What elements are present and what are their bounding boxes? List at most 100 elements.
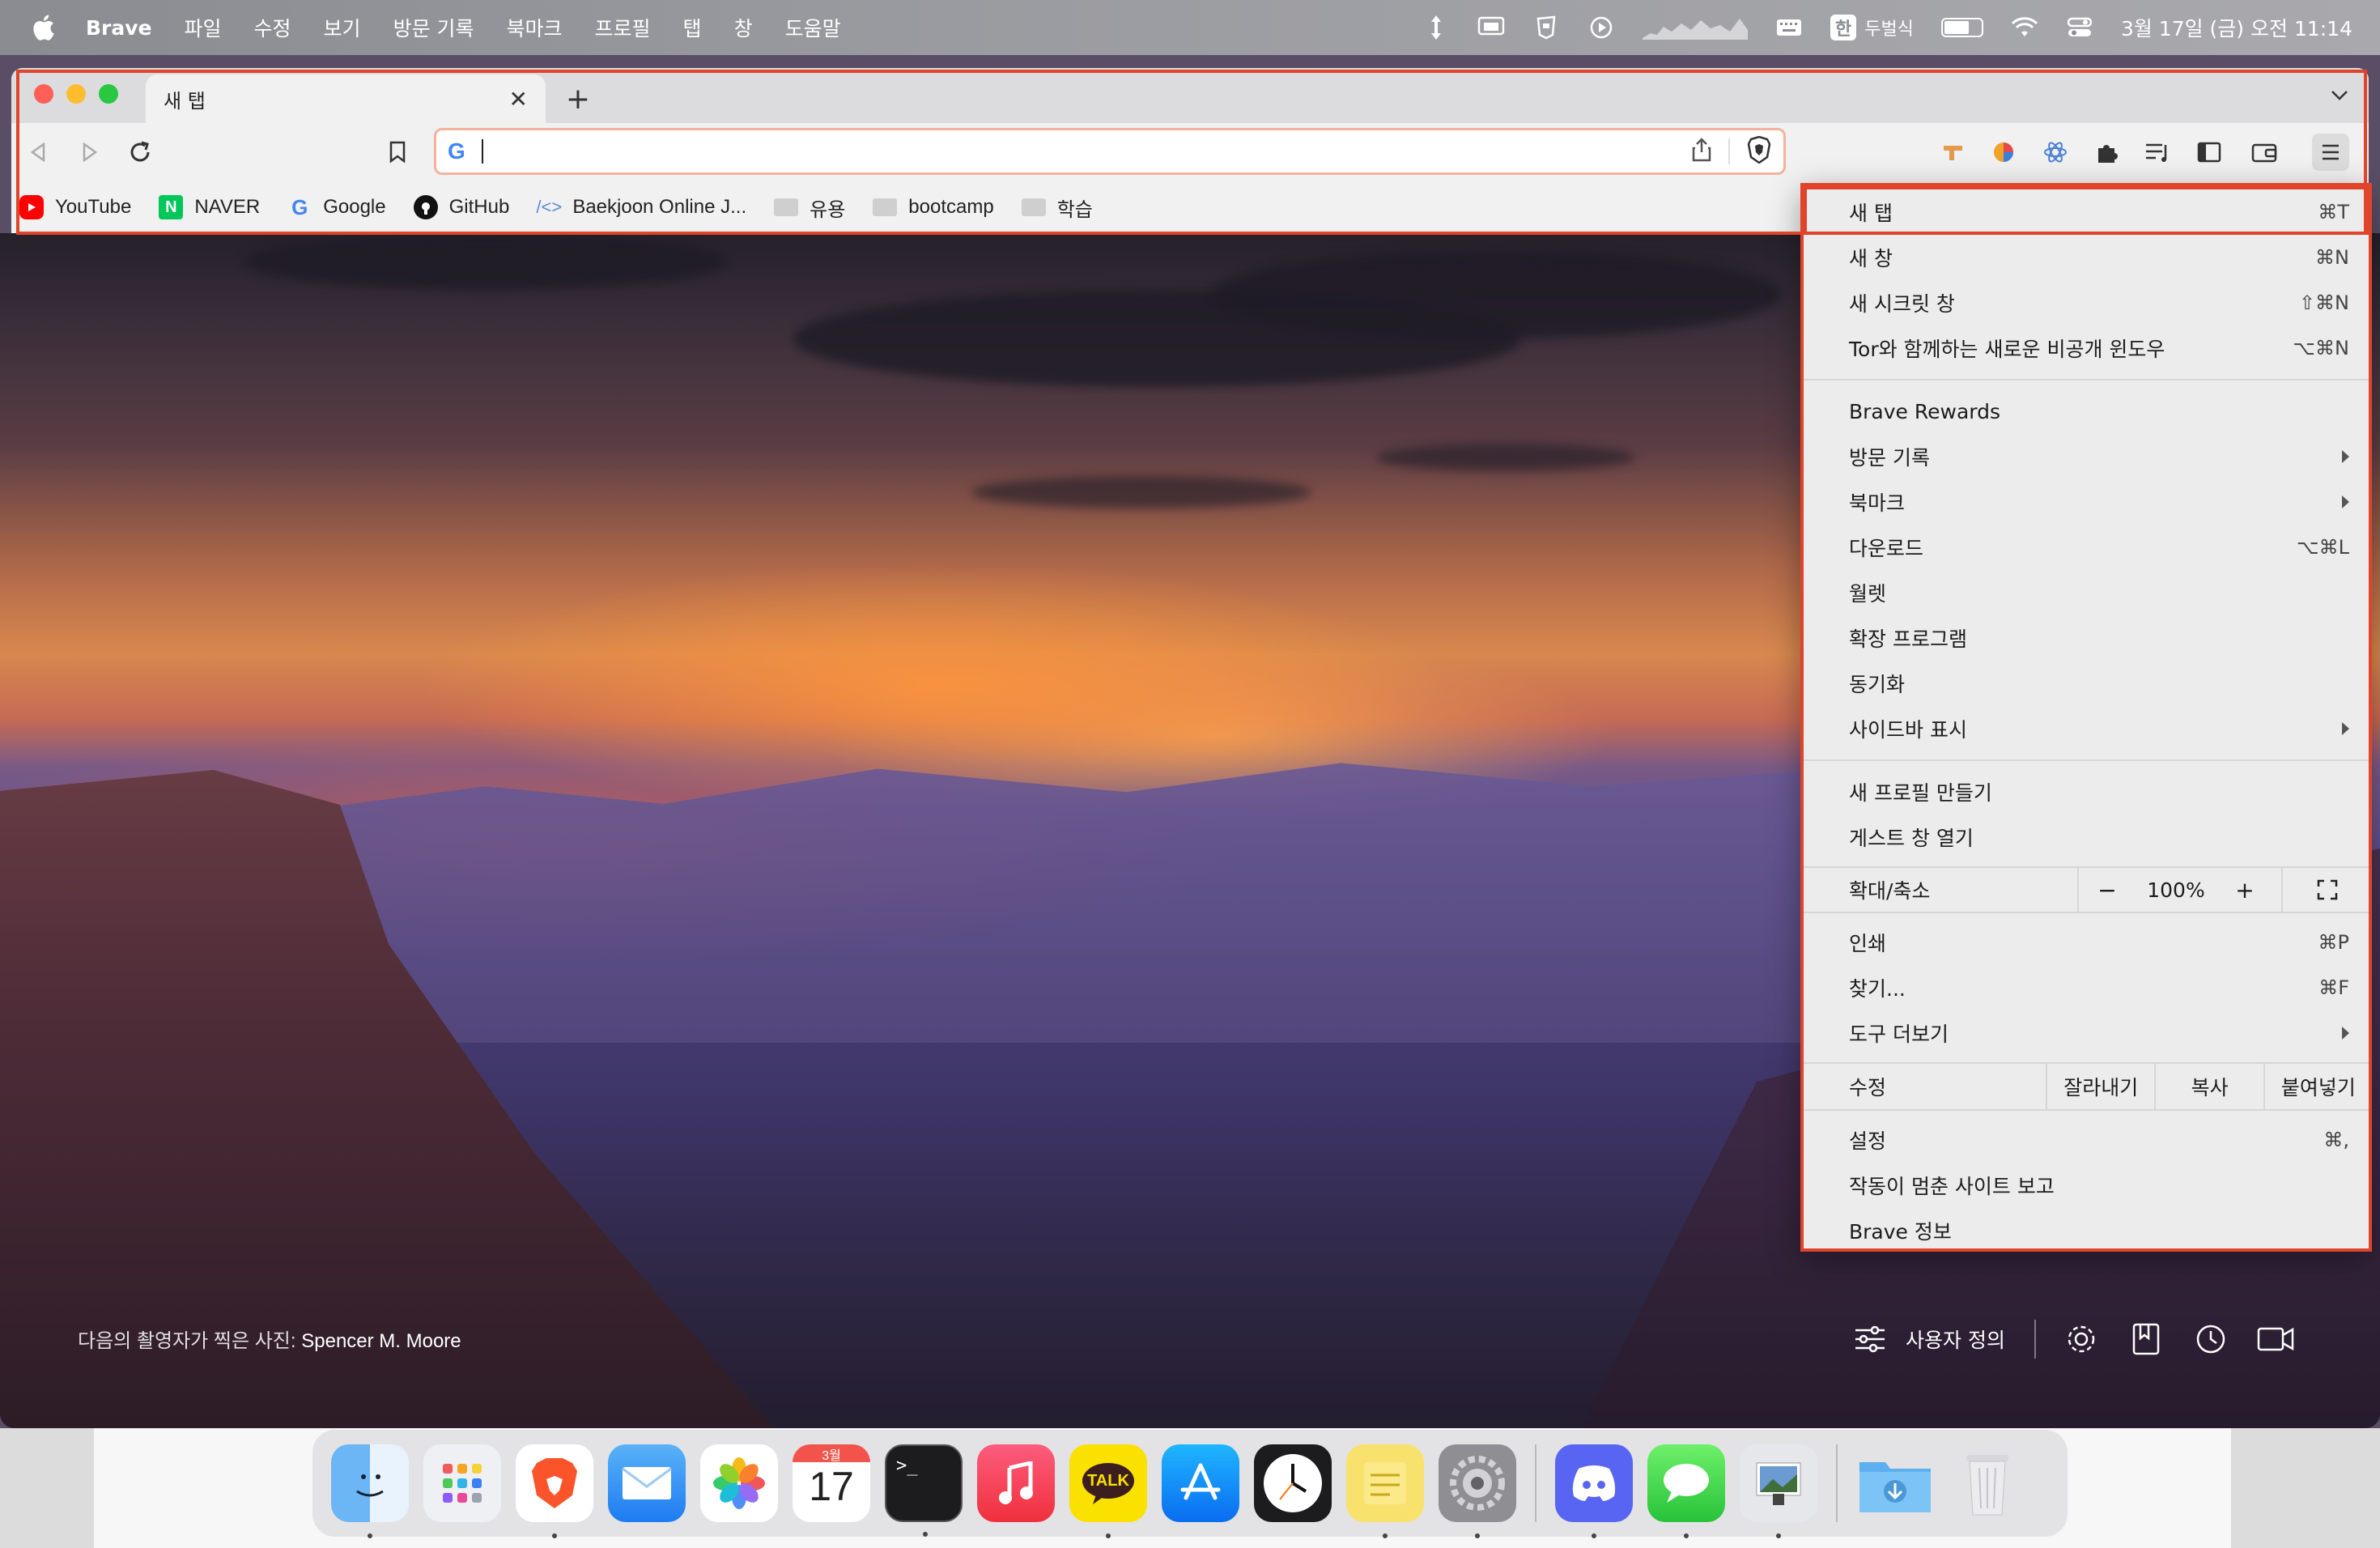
bookmark-folder-useful[interactable]: 유용 bbox=[774, 194, 845, 222]
stickies-icon[interactable] bbox=[1346, 1444, 1424, 1538]
menu-item-history[interactable]: 방문 기록 bbox=[1800, 434, 2372, 479]
extension-react-icon[interactable] bbox=[2037, 134, 2074, 171]
menu-view[interactable]: 보기 bbox=[324, 13, 361, 42]
menu-item-print[interactable]: 인쇄 ⌘P bbox=[1800, 920, 2372, 965]
reload-icon[interactable] bbox=[121, 134, 159, 171]
bookmark-youtube[interactable]: YouTube bbox=[19, 195, 131, 219]
play-icon[interactable] bbox=[1587, 15, 1615, 40]
bookmark-google[interactable]: G Google bbox=[287, 195, 386, 219]
launchpad-icon[interactable] bbox=[423, 1444, 501, 1522]
input-method-indicator[interactable]: 한 두벌식 bbox=[1830, 15, 1914, 40]
wifi-icon[interactable] bbox=[2011, 15, 2038, 40]
app-store-icon[interactable] bbox=[1162, 1444, 1239, 1522]
new-tab-button[interactable]: + bbox=[559, 79, 597, 118]
photo-credit-author[interactable]: Spencer M. Moore bbox=[301, 1330, 461, 1352]
menu-item-sync[interactable]: 동기화 bbox=[1800, 661, 2372, 706]
menu-item-downloads[interactable]: 다운로드 ⌥⌘L bbox=[1800, 525, 2372, 570]
bookmark-folder-study[interactable]: 학습 bbox=[1021, 194, 1093, 222]
menu-item-report-broken-site[interactable]: 작동이 멈춘 사이트 보고 bbox=[1800, 1163, 2372, 1208]
weather-graph-icon[interactable] bbox=[1642, 15, 1748, 40]
menu-item-about-brave[interactable]: Brave 정보 bbox=[1800, 1208, 2372, 1253]
menu-item-new-profile[interactable]: 새 프로필 만들기 bbox=[1800, 769, 2372, 814]
menu-item-new-tab[interactable]: 새 탭 ⌘T bbox=[1800, 189, 2372, 235]
discord-icon[interactable] bbox=[1555, 1444, 1633, 1538]
downloads-folder-icon[interactable] bbox=[1856, 1444, 1934, 1522]
control-center-icon[interactable] bbox=[2066, 15, 2093, 40]
cut-button[interactable]: 잘라내기 bbox=[2046, 1062, 2154, 1111]
menu-tab[interactable]: 탭 bbox=[683, 13, 702, 42]
terminal-icon[interactable]: >_ bbox=[885, 1444, 963, 1537]
forward-icon[interactable] bbox=[71, 134, 108, 171]
menu-history[interactable]: 방문 기록 bbox=[393, 13, 474, 42]
transfer-icon[interactable] bbox=[1422, 15, 1450, 40]
bookmark-baekjoon[interactable]: /<> Baekjoon Online J... bbox=[536, 195, 746, 219]
menu-item-brave-rewards[interactable]: Brave Rewards bbox=[1800, 389, 2372, 434]
battery-icon[interactable] bbox=[1940, 18, 1983, 37]
menu-app-name[interactable]: Brave bbox=[86, 16, 152, 40]
share-icon[interactable] bbox=[1691, 138, 1712, 165]
sidebar-toggle-icon[interactable] bbox=[2191, 134, 2228, 171]
messages-icon[interactable] bbox=[1647, 1444, 1725, 1538]
fullscreen-icon[interactable] bbox=[2281, 866, 2372, 913]
apple-menu-icon[interactable] bbox=[31, 14, 55, 41]
screen-mirror-icon[interactable] bbox=[1477, 15, 1505, 40]
clock-icon[interactable] bbox=[1254, 1444, 1332, 1522]
menu-item-guest-window[interactable]: 게스트 창 열기 bbox=[1800, 814, 2372, 860]
paste-button[interactable]: 붙여넣기 bbox=[2263, 1062, 2372, 1111]
brave-talk-icon[interactable] bbox=[2256, 1320, 2295, 1359]
tab-close-icon[interactable]: ✕ bbox=[509, 86, 528, 113]
reading-list-icon[interactable] bbox=[2139, 134, 2176, 171]
photos-icon[interactable] bbox=[700, 1444, 778, 1522]
menu-profiles[interactable]: 프로필 bbox=[595, 13, 651, 42]
settings-gear-icon[interactable] bbox=[2062, 1320, 2101, 1359]
back-icon[interactable] bbox=[19, 134, 57, 171]
customize-button[interactable]: 사용자 정의 bbox=[1854, 1320, 2036, 1359]
menu-item-find[interactable]: 찾기... ⌘F bbox=[1800, 965, 2372, 1010]
menu-item-new-window[interactable]: 새 창 ⌘N bbox=[1800, 235, 2372, 280]
menu-help[interactable]: 도움말 bbox=[785, 13, 841, 42]
bookmark-github[interactable]: GitHub bbox=[413, 195, 509, 219]
keyboard-icon[interactable] bbox=[1775, 15, 1803, 40]
menu-window[interactable]: 창 bbox=[734, 13, 753, 42]
menu-item-bookmarks[interactable]: 북마크 bbox=[1800, 479, 2372, 525]
extensions-puzzle-icon[interactable] bbox=[2089, 134, 2126, 171]
history-icon[interactable] bbox=[2191, 1320, 2230, 1359]
menu-bookmarks[interactable]: 북마크 bbox=[507, 13, 563, 42]
menu-file[interactable]: 파일 bbox=[185, 13, 222, 42]
wallet-icon[interactable] bbox=[2246, 134, 2283, 171]
menu-item-new-private-window[interactable]: 새 시크릿 창 ⇧⌘N bbox=[1800, 280, 2372, 325]
zoom-window-button[interactable] bbox=[99, 84, 118, 104]
copy-button[interactable]: 복사 bbox=[2154, 1062, 2263, 1111]
brave-browser-icon[interactable] bbox=[516, 1444, 593, 1538]
music-icon[interactable] bbox=[977, 1444, 1055, 1522]
shield-extension-icon[interactable] bbox=[1532, 15, 1560, 40]
zoom-out-button[interactable]: − bbox=[2079, 877, 2136, 904]
tab-new-tab[interactable]: 새 탭 ✕ bbox=[146, 74, 546, 123]
bookmarks-icon[interactable] bbox=[2127, 1320, 2165, 1359]
preview-icon[interactable] bbox=[1740, 1444, 1817, 1538]
kakaotalk-icon[interactable]: TALK bbox=[1069, 1444, 1147, 1538]
bookmark-page-icon[interactable] bbox=[379, 134, 416, 171]
extension-bat-icon[interactable] bbox=[1935, 134, 1972, 171]
bookmark-naver[interactable]: N NAVER bbox=[159, 195, 260, 219]
brave-shields-icon[interactable] bbox=[1746, 135, 1772, 167]
menu-item-show-sidebar[interactable]: 사이드바 표시 bbox=[1800, 706, 2372, 751]
bookmark-folder-bootcamp[interactable]: bootcamp bbox=[873, 196, 994, 219]
zoom-in-button[interactable]: + bbox=[2216, 877, 2273, 904]
address-bar[interactable]: G bbox=[434, 128, 1786, 175]
tab-search-chevron-icon[interactable] bbox=[2327, 83, 2352, 108]
hamburger-menu-icon[interactable] bbox=[2312, 134, 2349, 171]
finder-icon[interactable] bbox=[331, 1444, 409, 1538]
trash-icon[interactable] bbox=[1949, 1444, 2026, 1522]
minimize-window-button[interactable] bbox=[66, 84, 86, 104]
menu-item-more-tools[interactable]: 도구 더보기 bbox=[1800, 1010, 2372, 1056]
menu-edit[interactable]: 수정 bbox=[254, 13, 291, 42]
menu-item-extensions[interactable]: 확장 프로그램 bbox=[1800, 615, 2372, 661]
extension-color-icon[interactable] bbox=[1985, 134, 2022, 171]
mail-icon[interactable] bbox=[608, 1444, 686, 1522]
menu-item-settings[interactable]: 설정 ⌘, bbox=[1800, 1117, 2372, 1163]
calendar-icon[interactable]: 3월 17 bbox=[793, 1444, 870, 1522]
menu-item-wallet[interactable]: 월렛 bbox=[1800, 570, 2372, 615]
close-window-button[interactable] bbox=[34, 84, 53, 104]
system-settings-icon[interactable] bbox=[1439, 1444, 1516, 1538]
